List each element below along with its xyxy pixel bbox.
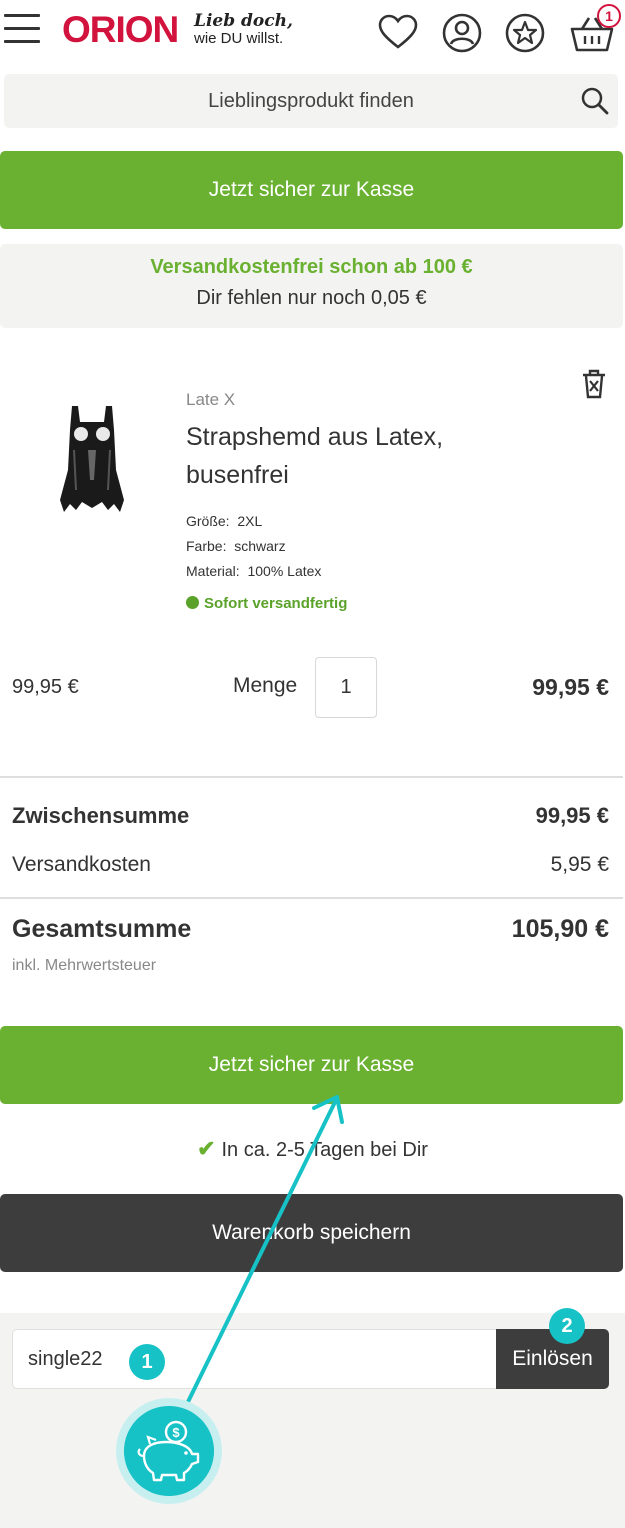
color-label: Farbe: bbox=[186, 538, 227, 554]
product-name[interactable]: Strapshemd aus Latex, busenfrei bbox=[186, 418, 516, 494]
product-material: Material: 100% Latex bbox=[186, 563, 321, 579]
size-label: Größe: bbox=[186, 513, 230, 529]
quantity-input[interactable]: 1 bbox=[315, 657, 377, 718]
account-icon[interactable] bbox=[441, 12, 483, 54]
heart-icon[interactable] bbox=[377, 12, 419, 54]
product-size: Größe: 2XL bbox=[186, 513, 262, 529]
delivery-text: In ca. 2-5 Tagen bei Dir bbox=[221, 1139, 428, 1161]
product-brand[interactable]: Late X bbox=[186, 390, 235, 410]
menu-icon[interactable] bbox=[4, 14, 40, 48]
divider bbox=[0, 897, 623, 899]
subtotal-label: Zwischensumme bbox=[12, 803, 190, 828]
material-label: Material: bbox=[186, 563, 240, 579]
redeem-button[interactable]: Einlösen bbox=[496, 1329, 609, 1389]
shipping-value: 5,95 € bbox=[550, 853, 609, 876]
availability-text: Sofort versandfertig bbox=[204, 595, 348, 612]
save-cart-button[interactable]: Warenkorb speichern bbox=[0, 1194, 623, 1272]
check-icon: ✔ bbox=[197, 1136, 216, 1161]
site-header: ORION Lieb doch, wie DU willst. 1 bbox=[0, 0, 625, 66]
product-color: Farbe: schwarz bbox=[186, 538, 286, 554]
color-value: schwarz bbox=[234, 538, 286, 554]
search-bar[interactable]: Lieblingsprodukt finden bbox=[4, 74, 618, 128]
step-marker-2: 2 bbox=[549, 1308, 585, 1344]
search-icon[interactable] bbox=[580, 86, 610, 116]
quantity-label: Menge bbox=[233, 674, 298, 697]
search-input[interactable]: Lieblingsprodukt finden bbox=[4, 74, 618, 128]
tagline: Lieb doch, wie DU willst. bbox=[194, 12, 293, 48]
cart-count-badge: 1 bbox=[597, 4, 621, 28]
checkout-button-top[interactable]: Jetzt sicher zur Kasse bbox=[0, 151, 623, 229]
tagline-line2: wie DU willst. bbox=[194, 30, 284, 47]
step-marker-1: 1 bbox=[129, 1344, 165, 1380]
line-total: 99,95 € bbox=[532, 674, 609, 700]
free-shipping-notice: Versandkostenfrei schon ab 100 € Dir feh… bbox=[0, 244, 623, 328]
material-value: 100% Latex bbox=[247, 563, 322, 579]
divider bbox=[0, 776, 623, 778]
orion-logo[interactable]: ORION bbox=[62, 8, 179, 52]
free-shipping-headline: Versandkostenfrei schon ab 100 € bbox=[150, 256, 473, 278]
total-label: Gesamtsumme bbox=[12, 915, 192, 943]
vat-note: inkl. Mehrwertsteuer bbox=[12, 957, 157, 974]
availability-status: Sofort versandfertig bbox=[186, 595, 347, 612]
size-value: 2XL bbox=[237, 513, 263, 529]
svg-text:$: $ bbox=[172, 1425, 180, 1440]
checkout-button-bottom[interactable]: Jetzt sicher zur Kasse bbox=[0, 1026, 623, 1104]
delivery-estimate: ✔ In ca. 2-5 Tagen bei Dir bbox=[0, 1136, 625, 1162]
total-value: 105,90 € bbox=[511, 915, 609, 943]
unit-price: 99,95 € bbox=[12, 676, 79, 698]
product-image[interactable] bbox=[54, 400, 130, 520]
delete-icon[interactable] bbox=[580, 368, 608, 400]
subtotal-value: 99,95 € bbox=[535, 803, 609, 828]
availability-dot-icon bbox=[186, 596, 199, 609]
piggy-bank-icon: $ bbox=[124, 1406, 214, 1496]
tutorial-arrow bbox=[181, 1095, 344, 1414]
coupon-input[interactable]: single22 bbox=[12, 1329, 498, 1389]
shipping-label: Versandkosten bbox=[12, 853, 151, 876]
free-shipping-missing: Dir fehlen nur noch 0,05 € bbox=[196, 287, 427, 309]
tagline-line1: Lieb doch, bbox=[194, 11, 293, 31]
star-icon[interactable] bbox=[504, 12, 546, 54]
